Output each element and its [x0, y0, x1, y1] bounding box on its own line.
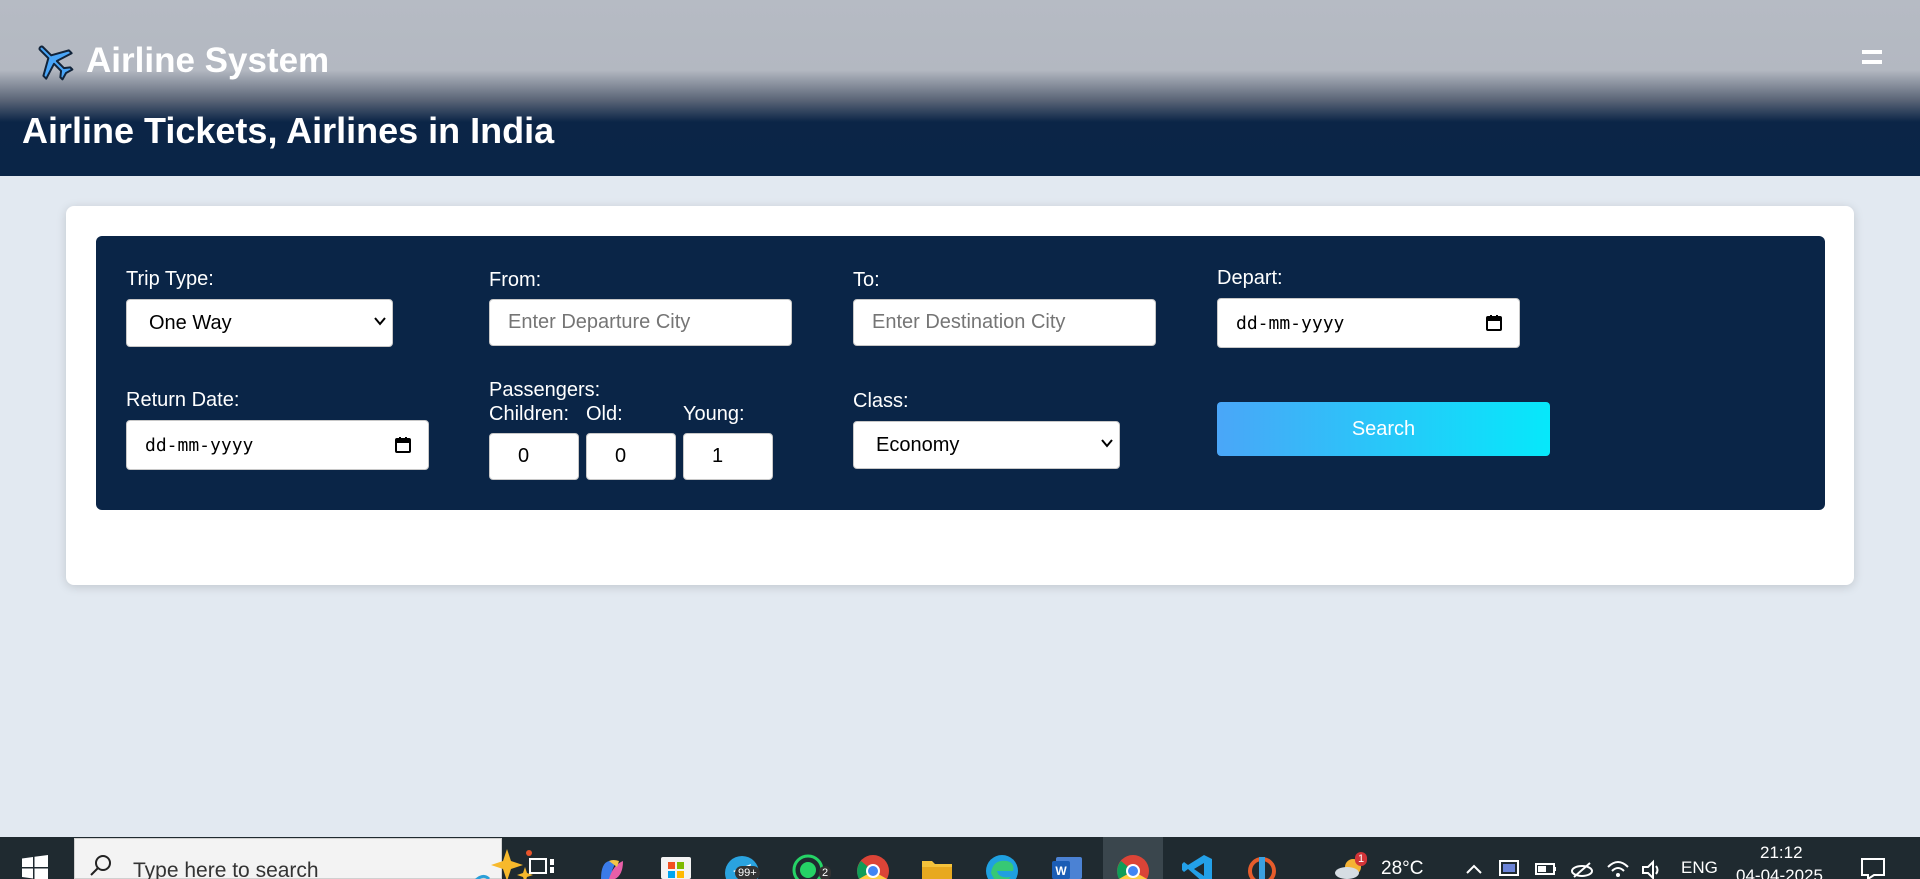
taskbar-search-box[interactable]: Type here to search — [74, 838, 533, 879]
class-value: Economy — [876, 433, 960, 456]
departure-city-placeholder: Enter Departure City — [508, 311, 691, 333]
return-date-value: dd-mm-yyyy — [145, 434, 254, 456]
chrome-active-icon[interactable] — [1116, 851, 1150, 879]
old-count-input[interactable]: 0 — [586, 433, 676, 480]
task-view-icon[interactable] — [526, 851, 560, 879]
page-title: Airline Tickets, Airlines in India — [22, 110, 555, 151]
language-indicator[interactable]: ENG — [1681, 858, 1718, 878]
git-app-icon[interactable] — [1245, 851, 1279, 879]
microsoft-store-icon[interactable] — [659, 851, 693, 879]
depart-label: Depart: — [1217, 267, 1283, 289]
volume-icon[interactable] — [1640, 851, 1664, 879]
calendar-icon[interactable] — [1485, 314, 1503, 332]
young-count-input[interactable]: 1 — [683, 433, 773, 480]
depart-date-input[interactable]: dd-mm-yyyy — [1217, 298, 1520, 348]
old-count-value: 0 — [615, 445, 627, 467]
word-icon[interactable]: W — [1050, 851, 1084, 879]
trip-type-value: One Way — [149, 311, 232, 334]
device-icon[interactable] — [1497, 851, 1521, 879]
chevron-up-icon[interactable] — [1463, 851, 1485, 879]
return-date-label: Return Date: — [126, 389, 240, 411]
chevron-down-icon — [374, 317, 386, 326]
search-button[interactable]: Search — [1217, 402, 1550, 456]
hamburger-menu-icon[interactable] — [1862, 50, 1882, 64]
to-label: To: — [853, 269, 880, 291]
destination-city-input[interactable]: Enter Destination City — [853, 299, 1156, 346]
whatsapp-badge: 2 — [819, 866, 832, 879]
wifi-icon[interactable] — [1606, 851, 1630, 879]
young-label: Young: — [683, 403, 745, 425]
return-date-input[interactable]: dd-mm-yyyy — [126, 420, 429, 470]
young-count-value: 1 — [712, 445, 724, 467]
children-count-value: 0 — [518, 445, 530, 467]
brand[interactable]: Airline System — [32, 38, 329, 84]
brand-name: Airline System — [86, 41, 330, 80]
windows-start-icon[interactable] — [22, 855, 48, 879]
trip-type-label: Trip Type: — [126, 268, 214, 290]
copilot-icon[interactable] — [595, 851, 629, 879]
notification-icon[interactable] — [1860, 851, 1886, 879]
telegram-badge: 99+ — [735, 866, 760, 879]
battery-icon[interactable] — [1534, 851, 1558, 879]
edge-icon[interactable] — [985, 851, 1019, 879]
from-label: From: — [489, 269, 542, 291]
clock-time[interactable]: 21:12 — [1760, 843, 1803, 863]
class-label: Class: — [853, 390, 909, 412]
departure-city-input[interactable]: Enter Departure City — [489, 299, 792, 346]
temperature: 28°C — [1381, 858, 1424, 879]
old-label: Old: — [586, 403, 623, 425]
trip-type-select[interactable]: One Way — [126, 299, 393, 347]
chrome-icon[interactable] — [856, 851, 890, 879]
destination-city-placeholder: Enter Destination City — [872, 311, 1066, 333]
onedrive-icon[interactable] — [1570, 851, 1594, 879]
clock-date[interactable]: 04-04-2025 — [1736, 866, 1823, 879]
vscode-icon[interactable] — [1180, 851, 1214, 879]
calendar-icon[interactable] — [394, 436, 412, 454]
search-icon — [90, 855, 111, 876]
children-label: Children: — [489, 403, 570, 425]
children-count-input[interactable]: 0 — [489, 433, 579, 480]
class-select[interactable]: Economy — [853, 421, 1120, 469]
chevron-down-icon — [1101, 439, 1113, 448]
taskbar-search-placeholder: Type here to search — [133, 859, 319, 879]
airplane-icon — [38, 45, 74, 81]
depart-date-value: dd-mm-yyyy — [1236, 312, 1345, 334]
svg-text:W: W — [1055, 864, 1067, 878]
passengers-label: Passengers: — [489, 379, 601, 401]
weather-badge: 1 — [1355, 852, 1368, 866]
file-explorer-icon[interactable] — [920, 851, 954, 879]
